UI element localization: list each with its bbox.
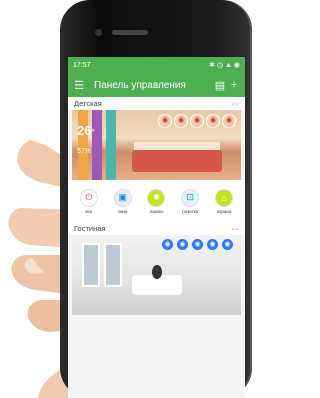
sensor-icon[interactable]: ◉	[158, 114, 172, 128]
control-power[interactable]: ⏻ все	[76, 188, 102, 214]
speaker	[112, 30, 148, 35]
status-time: 17:57	[73, 61, 91, 69]
control-label: все	[85, 208, 93, 214]
control-label: розетка	[182, 208, 199, 214]
status-bar: 17:57 ✱ ◷ ▲ ◉	[68, 57, 245, 73]
add-icon[interactable]: +	[227, 79, 241, 91]
sensor-icon[interactable]: ◉	[192, 239, 203, 250]
sensor-icon[interactable]: ◉	[222, 114, 236, 128]
window-icon: ▣	[113, 188, 132, 207]
camera	[95, 29, 102, 36]
sensor-icon[interactable]: ◉	[207, 239, 218, 250]
room-photo[interactable]: ◉ ◉ ◉ ◉ ◉ 26° 57%	[72, 110, 241, 180]
room-title: Детская	[74, 99, 102, 108]
sensor-icon[interactable]: ◉	[174, 114, 188, 128]
control-socket[interactable]: ⊡ розетка	[177, 188, 203, 214]
sensor-icon[interactable]: ◉	[222, 239, 233, 250]
sensor-icon[interactable]: ◉	[177, 239, 188, 250]
humidity-value: 57%	[77, 148, 92, 155]
menu-icon[interactable]: ☰	[72, 79, 86, 92]
socket-icon: ⊡	[181, 188, 200, 207]
lamp-icon: ✹	[147, 188, 166, 207]
more-icon[interactable]: ···	[232, 224, 240, 233]
control-label: лампы	[149, 208, 164, 214]
control-lamp[interactable]: ✹ лампы	[143, 188, 169, 214]
temperature-value: 26	[77, 123, 92, 138]
room-title: Гостиная	[74, 224, 106, 233]
room-header: Гостиная ···	[68, 222, 245, 235]
home-security-icon: ⌂	[215, 188, 234, 207]
sensor-icon[interactable]: ◉	[206, 114, 220, 128]
room-photo[interactable]: ◉ ◉ ◉ ◉ ◉	[72, 235, 241, 315]
sensor-icon[interactable]: ◉	[162, 239, 173, 250]
app-screen: 17:57 ✱ ◷ ▲ ◉ ☰ Панель управления ▤ + Де…	[68, 57, 245, 398]
control-label: охрана	[216, 208, 232, 214]
room-header: Детская ···	[68, 97, 245, 110]
more-icon[interactable]: ···	[232, 99, 240, 108]
list-view-icon[interactable]: ▤	[213, 79, 227, 92]
control-label: окна	[117, 208, 128, 214]
control-window[interactable]: ▣ окна	[110, 188, 136, 214]
control-home-security[interactable]: ⌂ охрана	[211, 188, 237, 214]
room-controls: ⏻ все ▣ окна ✹ лампы ⊡ розетка ⌂ охрана	[68, 180, 245, 222]
power-icon: ⏻	[79, 188, 98, 207]
page-title: Панель управления	[94, 79, 186, 91]
sensor-icon[interactable]: ◉	[190, 114, 204, 128]
climate-readout: 26° 57%	[77, 123, 95, 155]
app-bar: ☰ Панель управления ▤ +	[68, 73, 245, 97]
status-icons: ✱ ◷ ▲ ◉	[209, 62, 240, 69]
